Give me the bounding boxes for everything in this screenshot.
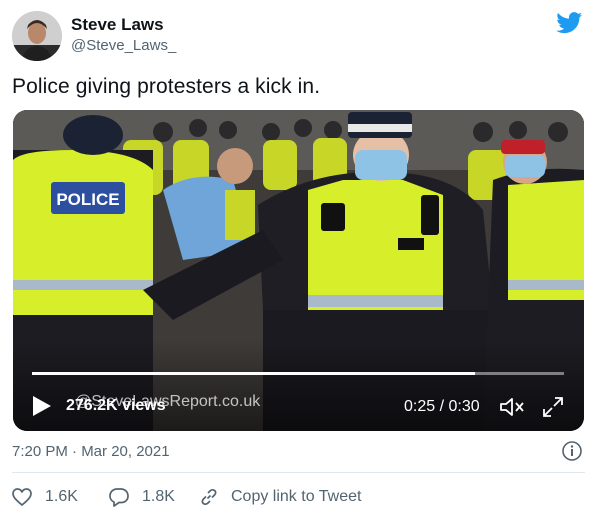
info-icon[interactable] [561, 440, 583, 462]
video-frame: POLICE [13, 110, 584, 431]
like-count: 1.6K [45, 488, 78, 505]
divider [12, 472, 585, 473]
video-progress-bar[interactable] [32, 372, 564, 375]
copy-link-button[interactable]: Copy link to Tweet [199, 486, 361, 508]
police-vest-label: POLICE [56, 190, 119, 209]
fullscreen-icon[interactable] [542, 396, 564, 418]
author-handle[interactable]: @Steve_Laws_ [71, 37, 176, 54]
twitter-bird-icon[interactable] [556, 12, 583, 34]
avatar[interactable] [12, 11, 62, 61]
view-count: 276.2K views [66, 397, 166, 414]
copy-link-label: Copy link to Tweet [231, 488, 362, 505]
tweet-card: Steve Laws @Steve_Laws_ Police giving pr… [0, 0, 600, 513]
video-time: 0:25 / 0:30 [404, 398, 480, 415]
play-icon[interactable] [31, 394, 53, 418]
mute-icon[interactable] [499, 396, 525, 418]
reply-button[interactable]: 1.8K [108, 486, 175, 508]
reply-count: 1.8K [142, 488, 175, 505]
link-icon [201, 488, 217, 506]
like-button[interactable]: 1.6K [11, 486, 78, 508]
video-progress-fill [32, 372, 476, 375]
tweet-text: Police giving protesters a kick in. [12, 75, 321, 98]
reply-icon [109, 488, 129, 507]
author-name[interactable]: Steve Laws [71, 15, 164, 35]
video-player[interactable]: POLICE @SteveLawsReport.co.uk 276.2K vie… [13, 110, 584, 431]
heart-icon [12, 488, 32, 507]
tweet-timestamp[interactable]: 7:20 PM · Mar 20, 2021 [12, 443, 170, 460]
